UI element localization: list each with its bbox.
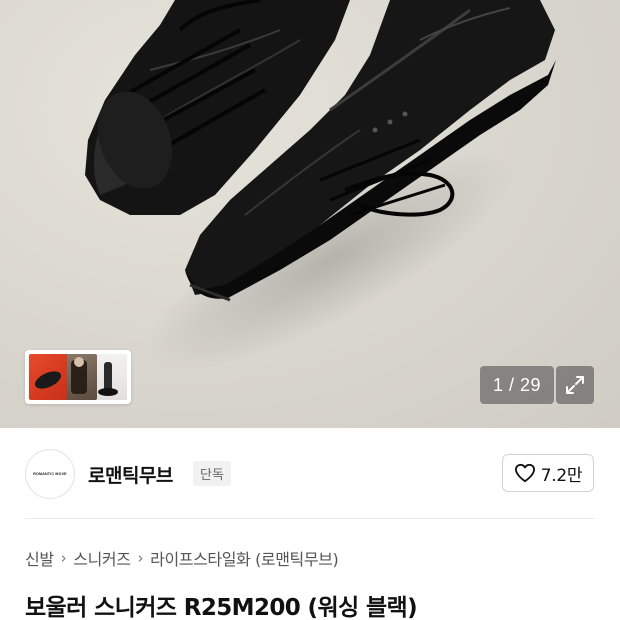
chevron-right-icon: › (137, 549, 144, 567)
breadcrumb-item-shoes[interactable]: 신발 (25, 546, 54, 570)
chevron-right-icon: › (60, 549, 67, 567)
breadcrumb-item-lifestyle[interactable]: 라이프스타일화 (로맨틱무브) (150, 546, 339, 570)
expand-button[interactable] (556, 366, 594, 404)
brand-logo-text: ROMANTIC MOVE (33, 472, 67, 476)
expand-icon (566, 376, 584, 394)
product-title: 보울러 스니커즈 R25M200 (워싱 블랙) (25, 595, 418, 620)
thumbnail-1-shoe-icon (34, 371, 62, 389)
like-count: 7.2만 (540, 465, 583, 486)
brand-row: ROMANTIC MOVE 로맨틱무브 단독 7.2만 (0, 428, 620, 520)
exclusive-badge: 단독 (193, 461, 231, 486)
product-image-gallery[interactable]: › 1 / 29 (0, 0, 620, 428)
thumbnail-1[interactable] (29, 354, 67, 400)
breadcrumb: 신발 › 스니커즈 › 라이프스타일화 (로맨틱무브) (25, 545, 339, 571)
brand-name[interactable]: 로맨틱무브 (88, 461, 173, 488)
gallery-thumbnail-strip[interactable]: › (25, 350, 131, 404)
like-button[interactable]: 7.2만 (502, 454, 594, 492)
heart-icon (514, 463, 535, 483)
brand-logo[interactable]: ROMANTIC MOVE (25, 449, 75, 499)
divider (25, 518, 595, 519)
image-counter: 1 / 29 (480, 366, 554, 404)
breadcrumb-item-sneakers[interactable]: 스니커즈 (73, 546, 131, 570)
